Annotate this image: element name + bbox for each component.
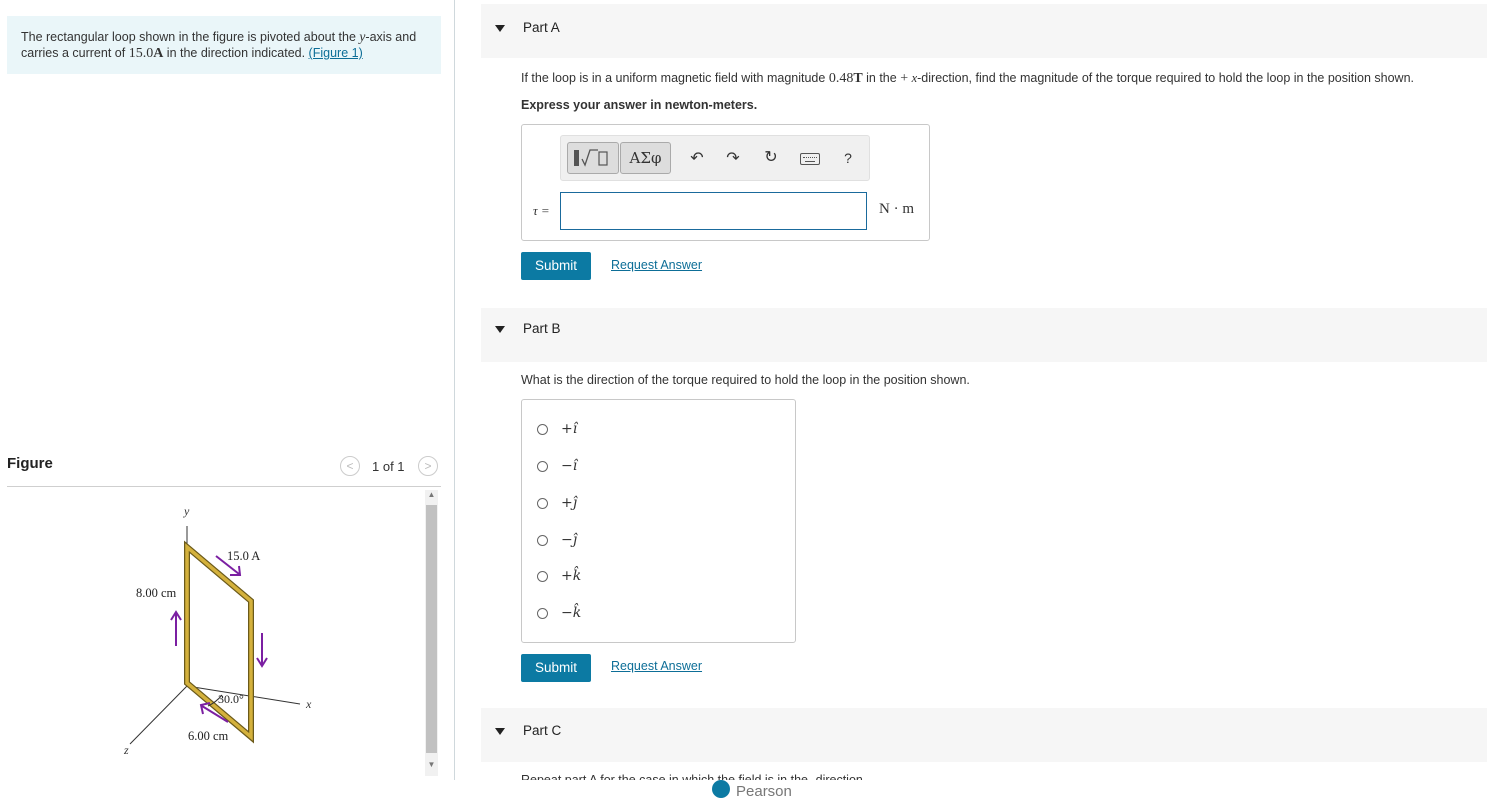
scroll-up-icon[interactable]: ▲ [425,490,438,499]
intro-text: in the direction indicated. [163,46,309,60]
radio-button[interactable] [537,424,548,435]
pearson-logo-icon [712,780,730,798]
template-button[interactable] [567,142,619,174]
part-b-header[interactable] [481,308,1487,362]
figure-pager: 1 of 1 [372,459,405,474]
problem-intro: The rectangular loop shown in the figure… [7,16,441,74]
reset-icon[interactable]: ↻ [760,147,782,167]
x-axis-label: x [305,697,312,711]
chevron-right-icon: > [424,459,432,473]
unit-label: N · m [879,201,914,217]
angle-label: 30.0° [218,692,244,706]
figure-divider [7,486,441,487]
pearson-brand: Pearson [736,783,792,796]
redo-icon[interactable]: ↷ [722,148,744,168]
current-unit: A [153,46,164,61]
choice-label: −î [561,458,578,474]
choice-label: −ĵ [561,532,578,548]
question-text: -direction, find the magnitude of the to… [917,71,1414,85]
choice-label: +ĵ [561,495,578,511]
part-b-submit-button[interactable]: Submit [521,654,591,682]
scroll-down-icon[interactable]: ▼ [425,760,438,769]
height-label: 8.00 cm [136,586,177,600]
part-b-title: Part B [523,321,561,336]
radio-button[interactable] [537,608,548,619]
figure-link[interactable]: (Figure 1) [309,46,363,60]
current-label: 15.0 A [227,549,260,563]
part-a-title: Part A [523,20,560,35]
y-axis-label: y [183,504,190,518]
figure-title: Figure [7,455,53,472]
part-a-submit-button[interactable]: Submit [521,252,591,280]
part-c-question: Repeat part A for the case in which the … [521,773,867,780]
greek-symbols-button[interactable]: ΑΣφ [620,142,671,174]
tau-label: τ = [533,203,550,218]
part-c-header[interactable] [481,708,1487,762]
choice-label: −k̂ [561,605,582,621]
radio-button[interactable] [537,498,548,509]
part-a-request-answer-link[interactable]: Request Answer [611,258,702,272]
question-text: in the [862,71,901,85]
width-label: 6.00 cm [188,729,229,743]
collapse-triangle-icon[interactable] [495,25,505,32]
help-button[interactable]: ? [837,150,859,166]
collapse-triangle-icon[interactable] [495,728,505,735]
prev-figure-button[interactable]: < [340,456,360,476]
plus-sign: + [900,71,909,86]
keyboard-icon[interactable] [800,153,820,165]
part-a-question: If the loop is in a uniform magnetic fie… [521,71,1414,87]
chevron-left-icon: < [346,459,354,473]
next-figure-button[interactable]: > [418,456,438,476]
z-axis [129,685,188,745]
intro-text: The rectangular loop shown in the figure… [21,30,360,44]
figure-diagram: y x z 15.0 A 8.00 cm 6.00 cm 30.0° [123,504,312,757]
part-a-instruction: Express your answer in newton-meters. [521,98,758,112]
radio-button[interactable] [537,571,548,582]
question-text: If the loop is in a uniform magnetic fie… [521,71,829,85]
panel-divider [454,0,455,780]
radio-button[interactable] [537,461,548,472]
collapse-triangle-icon[interactable] [495,326,505,333]
part-c-title: Part C [523,723,562,738]
current-value: 15.0 [128,46,154,61]
sqrt-template-icon [574,149,608,167]
current-loop [185,543,253,741]
undo-icon[interactable]: ↶ [686,148,708,168]
field-value: 0.48 [828,71,854,86]
part-a-header[interactable] [481,4,1487,58]
part-b-question: What is the direction of the torque requ… [521,373,970,387]
part-b-request-answer-link[interactable]: Request Answer [611,659,702,673]
z-axis-label: z [123,743,129,757]
choice-label: +k̂ [561,568,582,584]
choice-label: +î [561,421,578,437]
torque-answer-input[interactable] [560,192,867,230]
field-unit: T [853,71,863,86]
scrollbar-thumb[interactable] [426,505,437,753]
radio-button[interactable] [537,535,548,546]
